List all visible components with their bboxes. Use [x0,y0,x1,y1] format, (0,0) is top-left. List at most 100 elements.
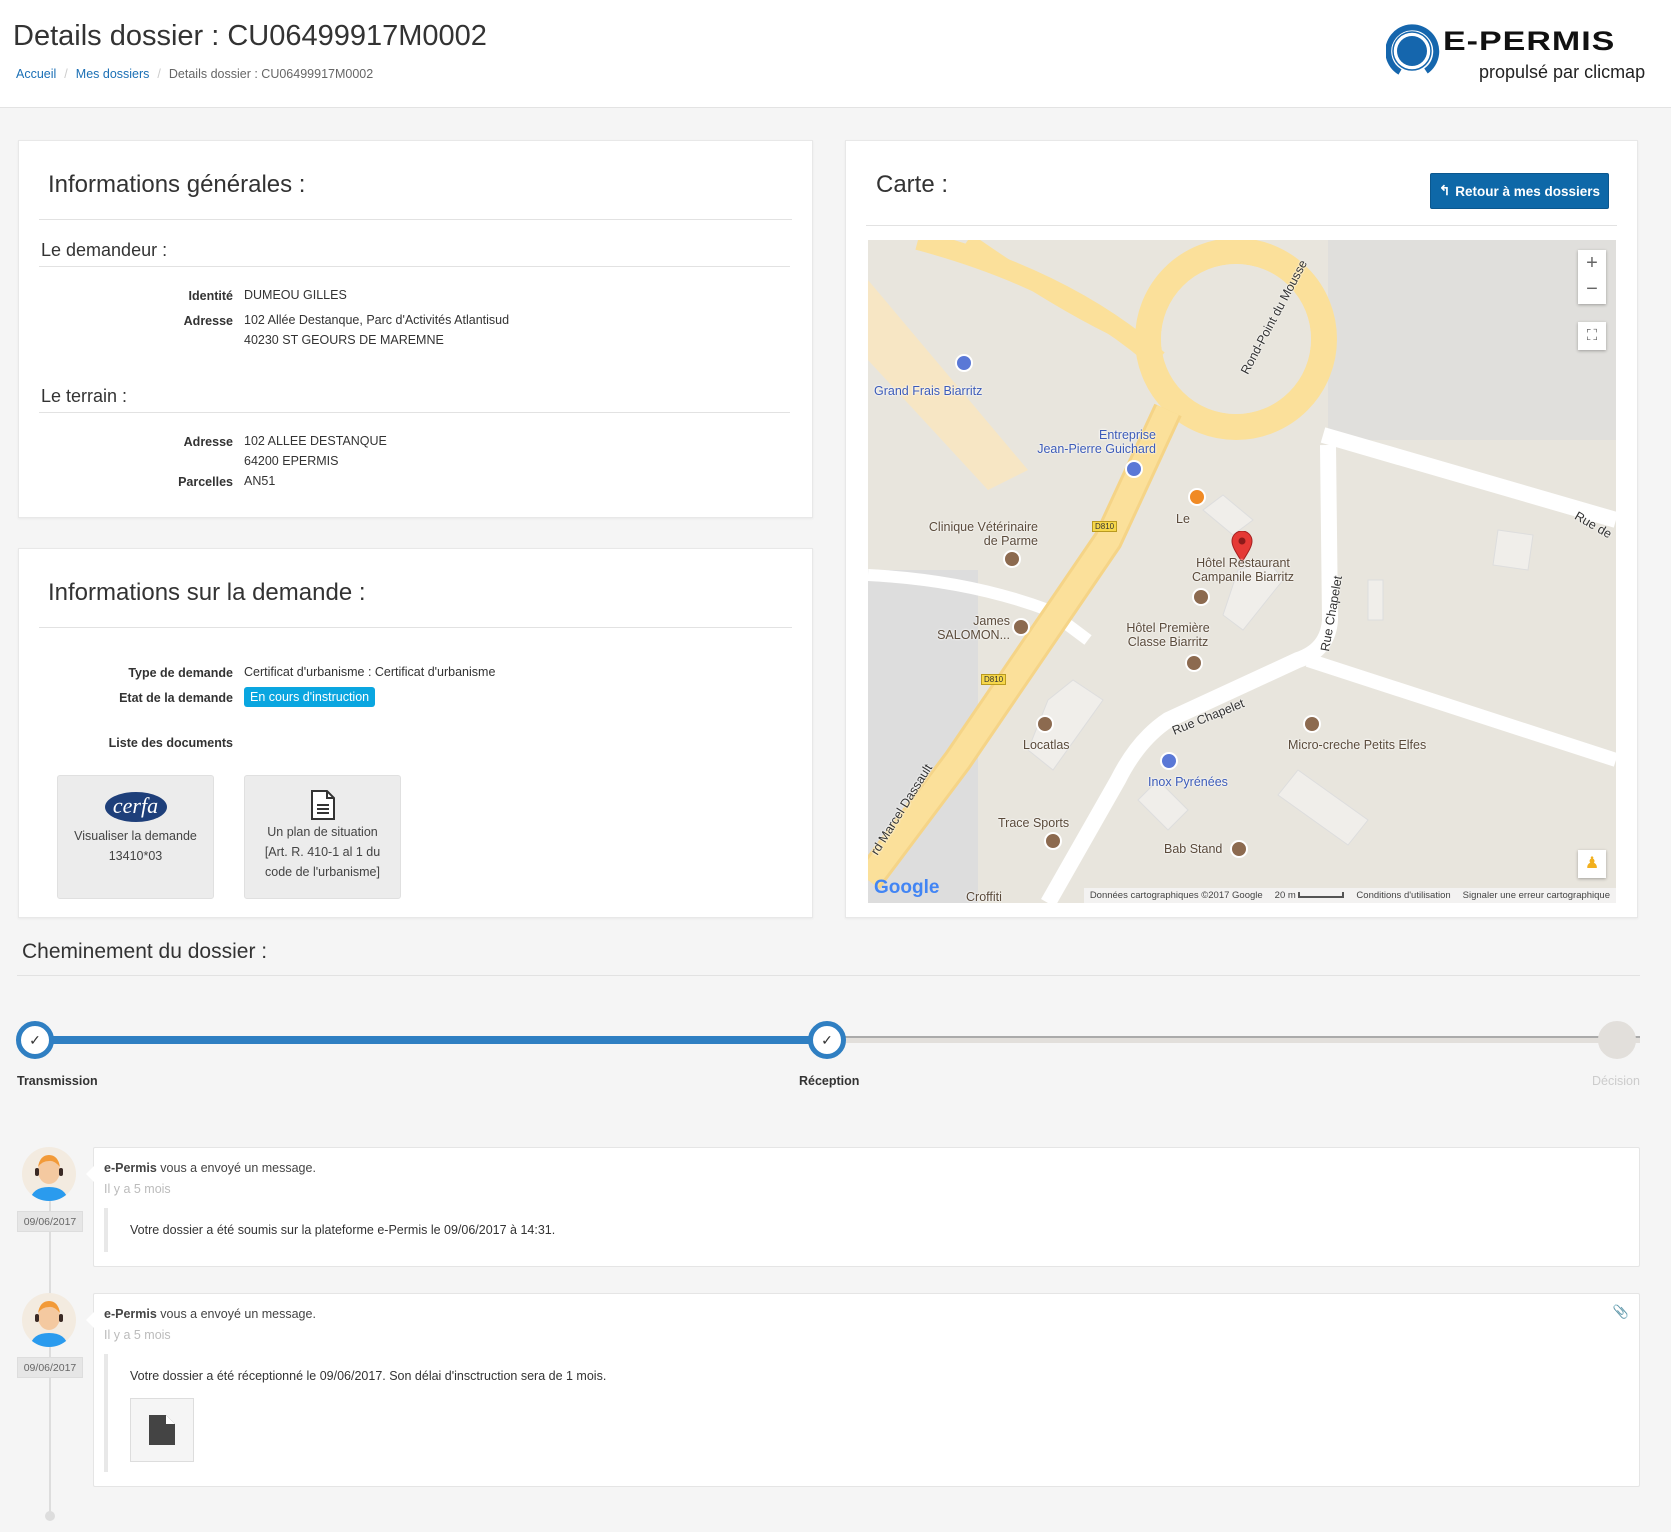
document-cerfa[interactable]: cerfa Visualiser la demande 13410*03 [57,775,214,899]
map-label-guichard[interactable]: Entreprise Jean-Pierre Guichard [1028,428,1156,456]
applicant-address-line2: 40230 ST GEOURS DE MAREMNE [244,333,444,347]
message-header: e-Permis vous a envoyé un message. [104,1307,316,1321]
road-badge-d810: D810 [1092,521,1118,532]
page-title: Details dossier : CU06499917M0002 [13,20,487,52]
map-label-campanile[interactable]: Hôtel Restaurant Campanile Biarritz [1178,556,1308,584]
support-agent-avatar-icon [30,1155,68,1201]
land-address-label: Adresse [183,435,233,449]
timeline-end-dot [45,1511,55,1521]
back-to-dossiers-button[interactable]: ↰ Retour à mes dossiers [1430,173,1609,209]
avatar [22,1147,76,1201]
general-info-title: Informations générales : [48,171,306,198]
file-icon [149,1415,175,1445]
message-action: vous a envoyé un message. [156,1307,316,1321]
divider [866,225,1617,226]
check-icon: ✓ [29,1031,41,1048]
request-info-title: Informations sur la demande : [48,579,366,606]
document-label: Visualiser la demande [74,829,197,843]
e-permis-logo[interactable]: E-PERMIS propulsé par clicmap [1386,24,1656,86]
step-transmission-node[interactable]: ✓ [16,1021,54,1059]
message-card: e-Permis vous a envoyé un message. Il y … [86,1147,1640,1267]
hotel-pin-icon[interactable] [1185,654,1203,672]
message-body-block: Votre dossier a été réceptionné le 09/06… [104,1354,606,1472]
identity-value: DUMEOU GILLES [244,288,347,302]
divider [39,266,790,267]
paperclip-icon[interactable]: 📎 [1613,1304,1629,1320]
map-data-credit: Données cartographiques ©2017 Google [1089,890,1263,901]
place-pin-icon[interactable] [1230,840,1248,858]
step-reception-node[interactable]: ✓ [808,1021,846,1059]
document-label: Un plan de situation [267,825,378,839]
breadcrumb-separator: / [157,67,161,81]
logo-mark-icon [1386,24,1440,75]
step-transmission-label: Transmission [17,1074,98,1088]
back-button-label: Retour à mes dossiers [1455,183,1601,199]
map-label-le[interactable]: Le [1176,512,1190,526]
breadcrumb-separator: / [64,67,68,81]
status-badge: En cours d'instruction [244,687,376,707]
request-info-panel: Informations sur la demande : Type de de… [18,548,813,918]
progress-fill [35,1036,827,1044]
map-label-inox[interactable]: Inox Pyrénées [1148,775,1228,789]
map-attribution: Données cartographiques ©2017 Google 20 … [1083,888,1616,903]
place-pin-icon[interactable] [1044,832,1062,850]
breadcrumb-mes-dossiers[interactable]: Mes dossiers [76,67,150,81]
request-state-label: Etat de la demande [119,691,233,705]
land-address-line1: 102 ALLEE DESTANQUE [244,434,387,448]
place-pin-icon[interactable] [1303,715,1321,733]
land-title: Le terrain : [41,386,128,406]
applicant-address-label: Adresse [183,314,233,328]
document-label: 13410*03 [108,849,163,863]
shop-pin-icon[interactable] [1125,460,1143,478]
map-report-link[interactable]: Signaler une erreur cartographique [1463,890,1610,901]
map-label-croffiti: Croffiti [966,890,1002,903]
applicant-title: Le demandeur : [41,240,168,260]
map-zoom-control: + − [1578,250,1606,304]
document-plan-situation[interactable]: Un plan de situation [Art. R. 410-1 al 1… [244,775,401,899]
street-view-pegman-icon[interactable]: ♟ [1578,850,1606,878]
general-info-panel: Informations générales : Le demandeur : … [18,140,813,518]
fullscreen-icon[interactable]: ⛶ [1578,322,1606,350]
map-label-james-salomon[interactable]: James SALOMON... [918,614,1010,642]
hotel-pin-icon[interactable] [1192,588,1210,606]
documents-label: Liste des documents [108,736,233,750]
document-label: [Art. R. 410-1 al 1 du [264,845,381,859]
message-sender: e-Permis [104,1161,157,1175]
road-badge-d810: D810 [981,674,1007,685]
map-label-grand-frais[interactable]: Grand Frais Biarritz [874,384,982,398]
step-decision-node[interactable] [1598,1021,1636,1059]
place-pin-icon[interactable] [1003,550,1021,568]
zoom-out-button[interactable]: − [1578,276,1606,302]
step-reception-label: Réception [799,1074,860,1088]
logo-tagline: propulsé par clicmap [1479,62,1646,82]
check-icon: ✓ [821,1031,833,1048]
support-agent-avatar-icon [30,1301,68,1347]
map-label-bab-stand[interactable]: Bab Stand [1164,842,1222,856]
shopping-cart-pin-icon[interactable] [955,354,973,372]
map-label-trace-sports[interactable]: Trace Sports [998,816,1069,830]
message-date: 09/06/2017 [17,1211,83,1232]
place-pin-icon[interactable] [1012,618,1030,636]
place-pin-icon[interactable] [1036,715,1054,733]
map-label-clinique[interactable]: Clinique Vétérinaire de Parme [908,520,1038,548]
shop-pin-icon[interactable] [1160,752,1178,770]
map-title: Carte : [876,171,949,198]
map-terms-link[interactable]: Conditions d'utilisation [1356,890,1450,901]
zoom-in-button[interactable]: + [1578,250,1606,276]
attachment-thumbnail[interactable] [130,1398,194,1462]
reply-arrow-icon: ↰ [1438,183,1451,198]
restaurant-pin-icon[interactable] [1188,488,1206,506]
map-view[interactable]: Grand Frais Biarritz Entreprise Jean-Pier… [868,240,1616,903]
breadcrumb-accueil[interactable]: Accueil [16,67,56,81]
map-label-micro-creche[interactable]: Micro-creche Petits Elfes [1288,738,1426,752]
file-text-icon [310,790,335,820]
map-label-locatlas[interactable]: Locatlas [1023,738,1070,752]
map-label-premiere-classe[interactable]: Hôtel Première Classe Biarritz [1113,621,1223,649]
breadcrumb-current: Details dossier : CU06499917M0002 [168,67,374,81]
message-date: 09/06/2017 [17,1357,83,1378]
google-logo: Google [874,877,940,898]
message-body: Votre dossier a été réceptionné le 09/06… [130,1369,607,1383]
cerfa-logo: cerfa [104,792,167,822]
progress-title: Cheminement du dossier : [22,940,268,963]
message-time: Il y a 5 mois [104,1328,171,1342]
